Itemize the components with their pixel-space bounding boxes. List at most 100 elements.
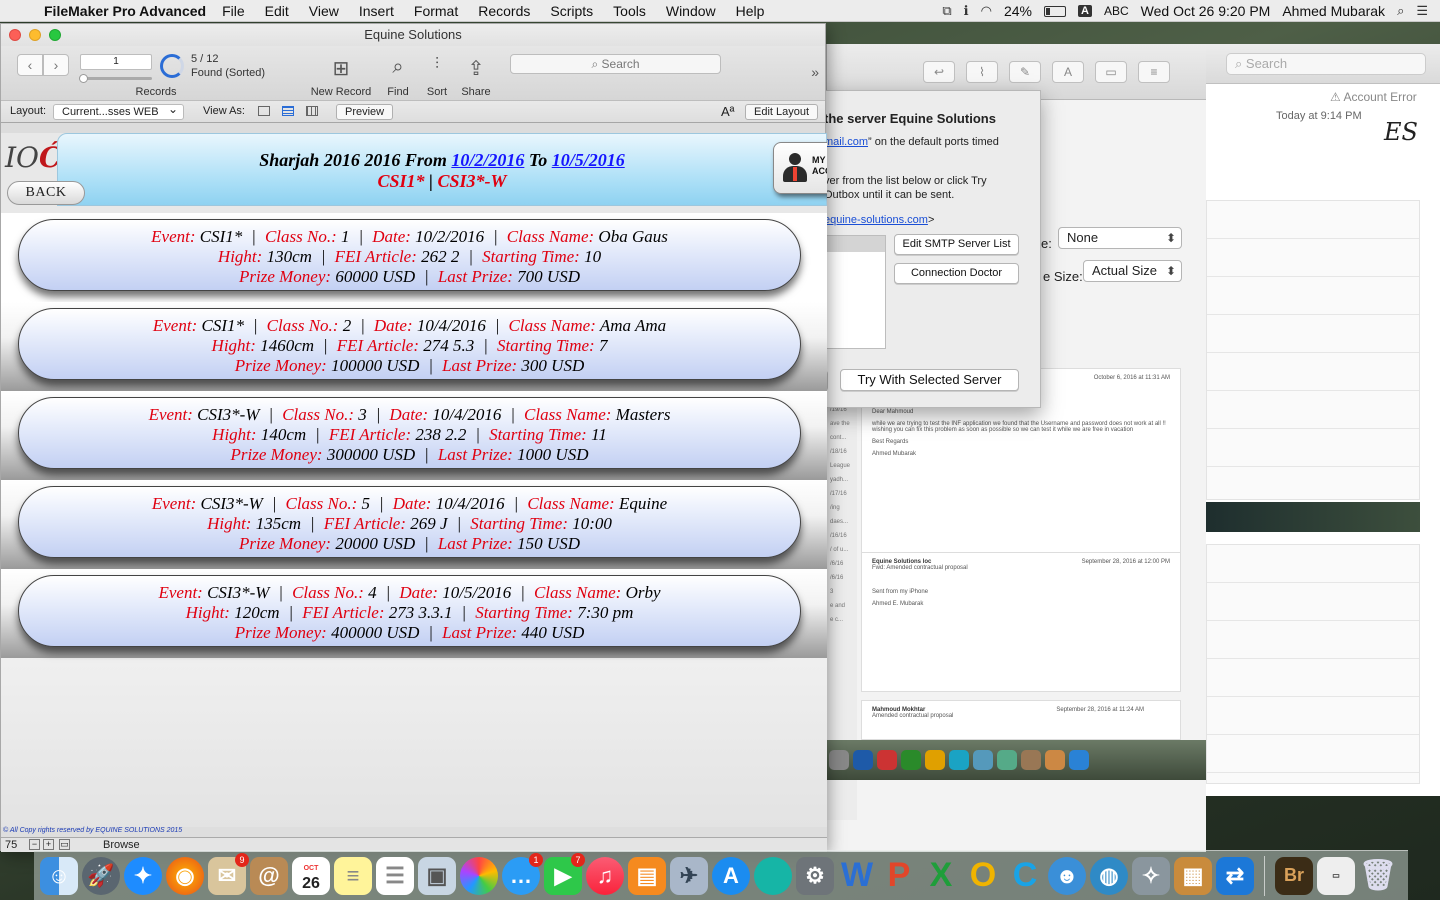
menu-format[interactable]: Format (414, 3, 458, 19)
ibooks-icon[interactable]: ▤ (628, 856, 666, 895)
sheet-email-link[interactable]: equine-solutions.com (824, 214, 928, 226)
menu-edit[interactable]: Edit (265, 3, 289, 19)
value-date[interactable]: 10/4/2016 (417, 316, 486, 335)
find-icon[interactable]: ⌕ (378, 56, 418, 79)
header-date-from[interactable]: 10/2/2016 (451, 150, 524, 170)
value-prize[interactable]: 60000 USD (335, 267, 415, 286)
pref-popup-2[interactable]: Actual Size (1083, 260, 1182, 282)
value-event[interactable]: CSI3*-W (207, 583, 269, 602)
trash-icon[interactable]: 🗑 (1359, 857, 1397, 895)
itunes-icon[interactable]: ♫ (586, 856, 624, 895)
current-record-field[interactable]: 1 (80, 54, 152, 70)
next-record-button[interactable]: › (43, 54, 69, 76)
zoom-in-icon[interactable]: + (43, 839, 54, 850)
menu-view[interactable]: View (309, 3, 339, 19)
word-icon[interactable]: W (838, 856, 876, 895)
value-hight[interactable]: 140cm (261, 425, 306, 444)
value-fei[interactable]: 262 2 (421, 247, 459, 266)
menubar-clock[interactable]: Wed Oct 26 9:20 PM (1141, 3, 1271, 19)
value-prize[interactable]: 300000 USD (327, 445, 415, 464)
generic-app-icon[interactable] (754, 856, 792, 895)
value-prize[interactable]: 400000 USD (331, 623, 419, 642)
edit-layout-button[interactable]: Edit Layout (745, 104, 819, 120)
pref-popup-1[interactable]: None (1058, 227, 1182, 249)
notification-center-icon[interactable]: ☰ (1416, 3, 1428, 19)
record-slider-thumb[interactable] (79, 74, 88, 83)
markup-icon[interactable]: ✎ (1009, 60, 1041, 83)
class-card[interactable]: Event: CSI1* | Class No.: 2 | Date: 10/4/201… (18, 308, 801, 380)
value-class-name[interactable]: Oba Gaus (598, 227, 667, 246)
window-icon[interactable]: ▭ (1095, 60, 1127, 83)
connection-doctor-button[interactable]: Connection Doctor (894, 263, 1019, 284)
value-class-no[interactable]: 3 (358, 405, 367, 424)
cisco-icon[interactable]: C (1006, 856, 1044, 895)
value-starting[interactable]: 7 (599, 336, 608, 355)
launchpad-icon[interactable]: 🚀 (82, 856, 120, 895)
value-class-no[interactable]: 1 (341, 227, 350, 246)
battery-icon[interactable] (1044, 5, 1066, 17)
list-view-icon[interactable] (282, 106, 294, 116)
facetime-icon[interactable]: ▶ 7 (544, 852, 585, 895)
text-formatting-icon[interactable]: Aª (721, 104, 734, 119)
layout-selector[interactable]: Current...sses WEB (53, 102, 184, 120)
list-icon[interactable]: ≡ (1138, 60, 1170, 83)
globe-network-icon[interactable]: ◍ (1090, 856, 1128, 895)
lync-icon[interactable]: ☻ (1048, 856, 1086, 895)
value-class-name[interactable]: Ama Ama (600, 316, 666, 335)
menu-file[interactable]: File (222, 3, 245, 19)
class-card[interactable]: Event: CSI3*-W | Class No.: 3 | Date: 10/4/2… (18, 397, 801, 469)
find-button[interactable]: Find (381, 86, 415, 98)
mail-message-3[interactable]: Mahmoud Mokhtar September 28, 2016 at 11… (861, 700, 1181, 740)
sheet-server-link[interactable]: mail.com (824, 136, 868, 148)
value-last[interactable]: 1000 USD (517, 445, 588, 464)
menu-window[interactable]: Window (666, 3, 716, 19)
value-date[interactable]: 10/2/2016 (415, 227, 484, 246)
menu-insert[interactable]: Insert (359, 3, 394, 19)
header-date-to[interactable]: 10/5/2016 (552, 150, 625, 170)
zoom-out-icon[interactable]: − (29, 839, 40, 850)
value-hight[interactable]: 1460cm (260, 336, 314, 355)
sort-icon[interactable]: ⫶ (417, 56, 457, 74)
back-button[interactable]: BACK (7, 181, 85, 205)
value-hight[interactable]: 135cm (256, 514, 301, 533)
close-window-icon[interactable] (9, 29, 21, 41)
value-hight[interactable]: 130cm (267, 247, 312, 266)
firefox-icon[interactable]: ◉ (166, 856, 204, 895)
battery-percent[interactable]: 24% (1004, 3, 1032, 19)
minimize-window-icon[interactable] (29, 29, 41, 41)
reminders-icon[interactable]: ☰ (376, 856, 414, 895)
mail-message-2[interactable]: Equine Solutions loc September 28, 2016 … (861, 552, 1181, 692)
value-fei[interactable]: 269 J (410, 514, 447, 533)
value-fei[interactable]: 274 5.3 (423, 336, 474, 355)
value-class-name[interactable]: Masters (616, 405, 671, 424)
xcode-icon[interactable]: ✈ (670, 856, 708, 895)
value-starting[interactable]: 10:00 (572, 514, 612, 533)
format-icon[interactable]: A (1052, 60, 1084, 83)
menu-tools[interactable]: Tools (613, 3, 646, 19)
value-event[interactable]: CSI1* (200, 227, 243, 246)
app-store-icon[interactable]: A (712, 856, 750, 895)
value-last[interactable]: 700 USD (517, 267, 580, 286)
excel-icon[interactable]: X (922, 856, 960, 895)
class-row[interactable]: Event: CSI1* | Class No.: 1 | Date: 10/2/201… (1, 213, 827, 302)
class-card[interactable]: Event: CSI1* | Class No.: 1 | Date: 10/2/201… (18, 219, 801, 291)
value-class-name[interactable]: Equine (619, 494, 667, 513)
value-last[interactable]: 440 USD (521, 623, 584, 642)
value-date[interactable]: 10/4/2016 (436, 494, 505, 513)
sort-button[interactable]: Sort (421, 86, 453, 98)
class-row[interactable]: Event: CSI3*-W | Class No.: 4 | Date: 10/5/2… (1, 569, 827, 658)
input-source-icon[interactable]: A (1078, 5, 1092, 17)
teamviewer-status-icon[interactable]: ⧉ (942, 3, 951, 19)
messages-icon[interactable]: … 1 (502, 852, 543, 895)
value-hight[interactable]: 120cm (234, 603, 279, 622)
class-card[interactable]: Event: CSI3*-W | Class No.: 5 | Date: 10/4/2… (18, 486, 801, 558)
menu-records[interactable]: Records (478, 3, 530, 19)
satellite-icon[interactable]: ✧ (1132, 856, 1170, 895)
new-record-button[interactable]: New Record (307, 86, 375, 98)
calendar-icon[interactable]: OCT 26 (292, 856, 330, 895)
share-icon[interactable]: ⇪ (456, 56, 496, 81)
class-row[interactable]: Event: CSI3*-W | Class No.: 5 | Date: 10/4/2… (1, 480, 827, 569)
mail-search-input[interactable]: ⌕ Search (1226, 52, 1426, 75)
outlook-icon[interactable]: O (964, 856, 1002, 895)
value-date[interactable]: 10/4/2016 (432, 405, 501, 424)
